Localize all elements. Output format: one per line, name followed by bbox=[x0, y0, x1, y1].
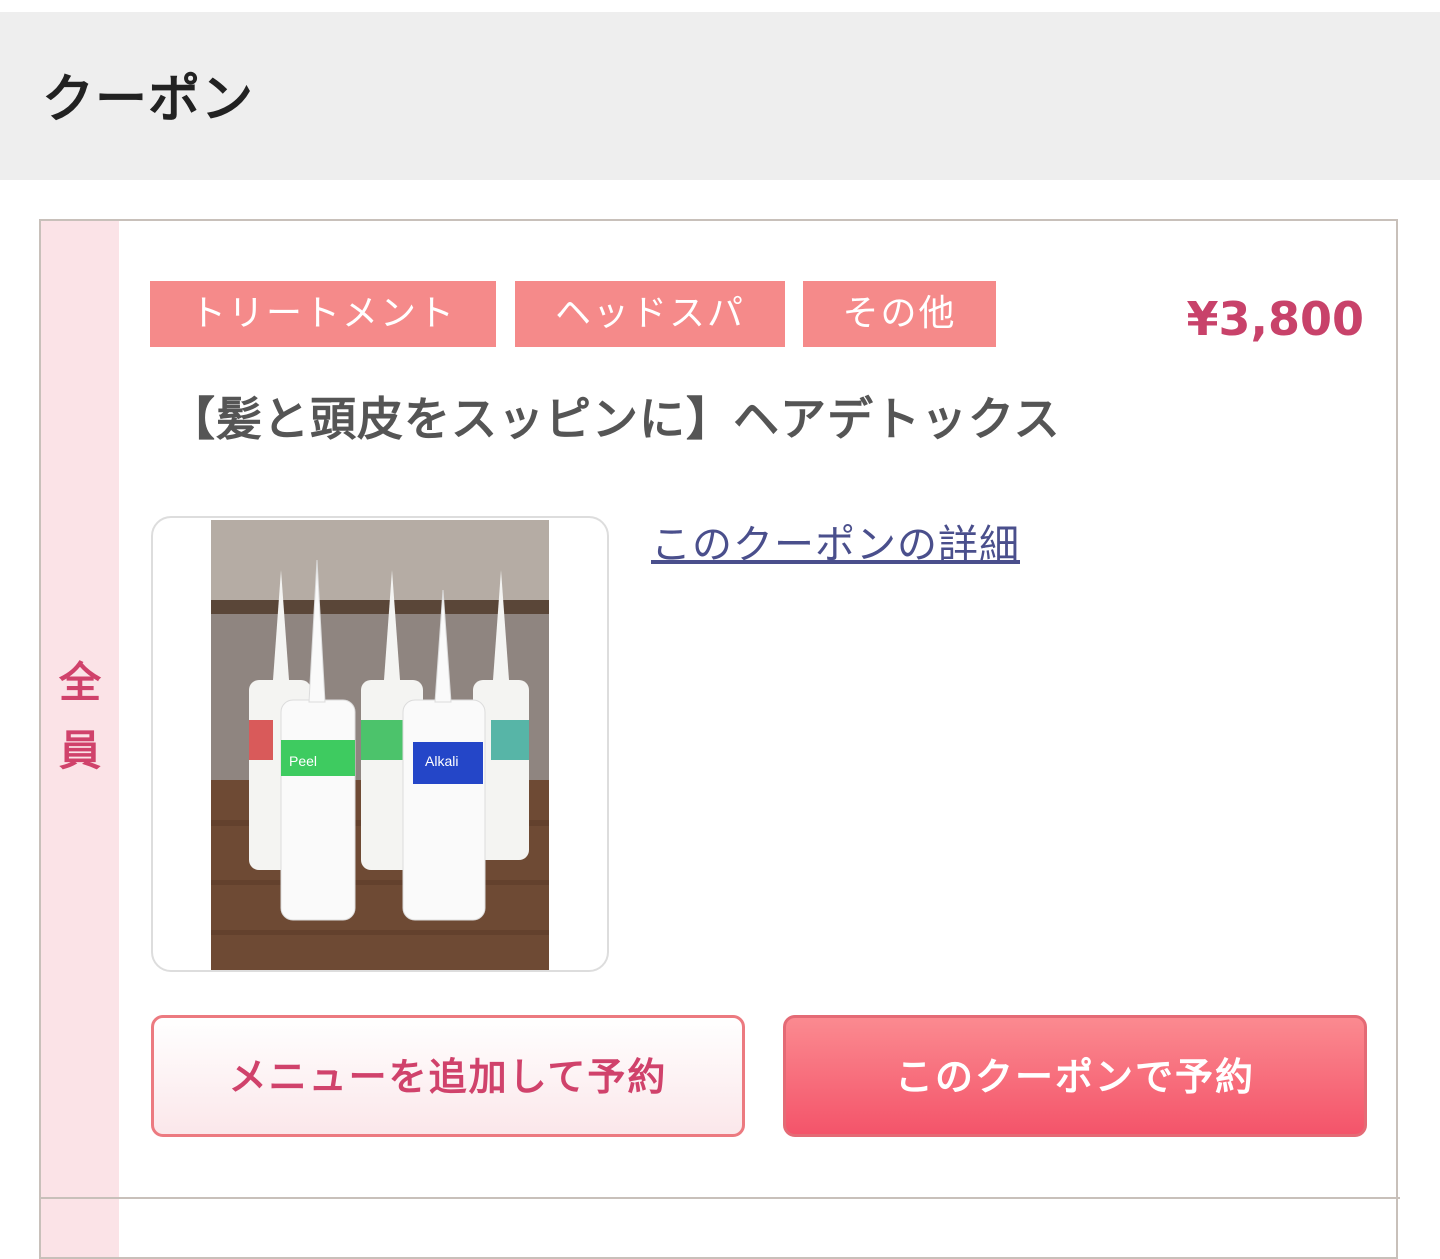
reserve-with-coupon-button[interactable]: このクーポンで予約 bbox=[783, 1015, 1367, 1137]
coupon-card: 全 員 トリートメント ヘッドスパ その他 ¥3,800 【髪と頭皮をスッピンに… bbox=[39, 219, 1400, 1259]
tag-other: その他 bbox=[803, 281, 996, 347]
coupon-image[interactable]: Peel Alkali bbox=[151, 516, 609, 972]
page-title: クーポン bbox=[42, 70, 255, 130]
tag-treatment: トリートメント bbox=[150, 281, 496, 347]
target-label-char-1: 全 bbox=[58, 658, 101, 707]
target-label: 全 員 bbox=[41, 649, 119, 785]
target-sidebar: 全 員 bbox=[41, 221, 119, 1257]
tag-headspa: ヘッドスパ bbox=[515, 281, 785, 347]
coupon-price: ¥3,800 bbox=[1186, 292, 1364, 346]
target-label-char-2: 員 bbox=[58, 726, 101, 775]
bottles-photo: Peel Alkali bbox=[211, 520, 549, 970]
coupon-detail-link[interactable]: このクーポンの詳細 bbox=[651, 517, 1020, 573]
bottle-label-alkali: Alkali bbox=[425, 753, 458, 769]
page-header: クーポン bbox=[0, 12, 1440, 180]
add-menu-reserve-button[interactable]: メニューを追加して予約 bbox=[151, 1015, 745, 1137]
bottle-label-peel: Peel bbox=[289, 753, 317, 769]
coupon-title: 【髪と頭皮をスッピンに】ヘアデトックス bbox=[169, 392, 1061, 446]
card-divider bbox=[41, 1197, 1400, 1199]
